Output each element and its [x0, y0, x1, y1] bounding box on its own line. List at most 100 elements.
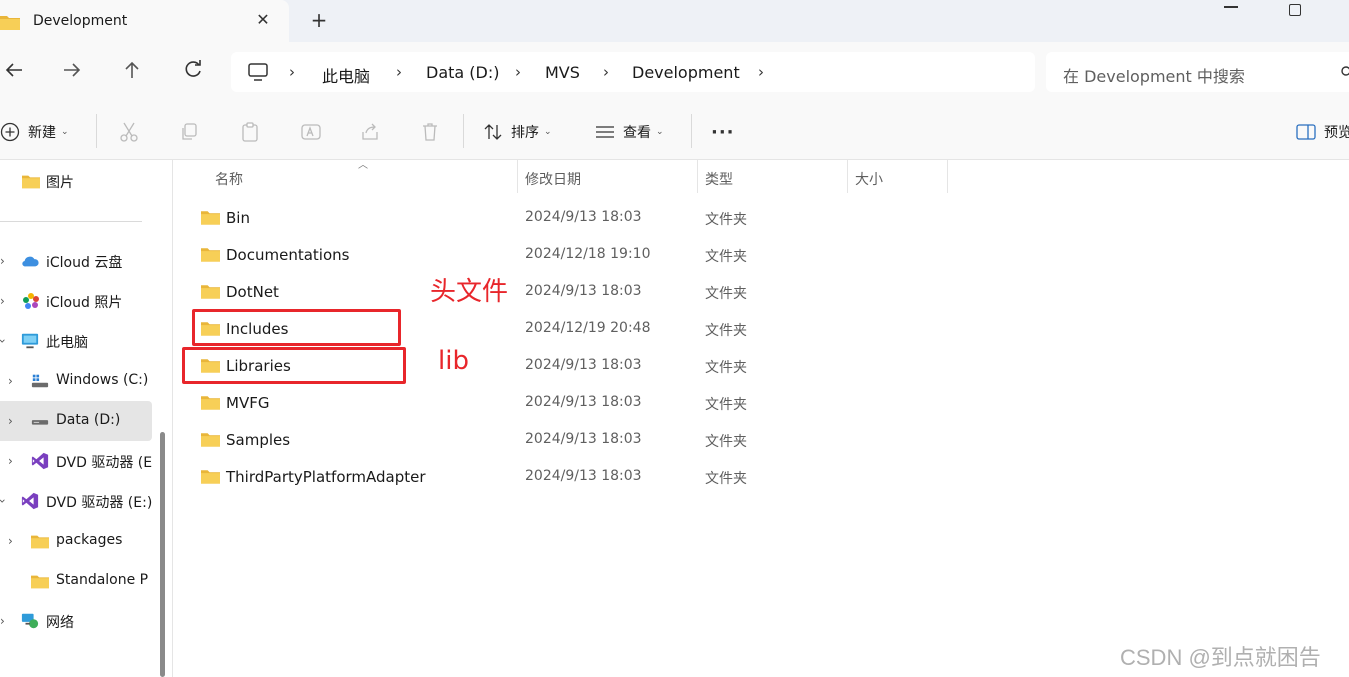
file-modified: 2024/9/13 18:03 — [525, 357, 642, 373]
search-box[interactable]: 在 Development 中搜索 — [1046, 52, 1349, 92]
preview-pane-button[interactable]: 预览 — [1296, 120, 1349, 144]
back-button[interactable] — [0, 56, 28, 84]
share-button[interactable] — [360, 120, 380, 144]
address-bar[interactable]: › 此电脑 › Data (D:) › MVS › Development › — [231, 52, 1035, 92]
file-name: Samples — [226, 431, 291, 449]
icloud-photos-icon — [23, 293, 39, 309]
sidebar-item-dvd-e[interactable]: › DVD 驱动器 (E:) — [0, 481, 152, 521]
chevron-right-icon[interactable]: › — [0, 294, 5, 308]
chevron-down-icon[interactable]: › — [0, 499, 9, 504]
column-divider[interactable] — [847, 160, 848, 193]
refresh-button[interactable] — [179, 56, 207, 84]
title-bar: Development ✕ + — [0, 0, 1349, 42]
chevron-right-icon[interactable]: › — [8, 374, 13, 388]
sidebar-item-network[interactable]: › 网络 — [0, 601, 152, 641]
chevron-right-icon[interactable]: › — [8, 454, 13, 468]
sidebar-item-label: Standalone P — [56, 572, 149, 588]
sidebar-item-this-pc[interactable]: › 此电脑 — [0, 321, 152, 361]
column-header-type[interactable]: 类型 — [705, 169, 733, 189]
breadcrumb-this-pc[interactable]: 此电脑 — [322, 63, 370, 87]
windows-drive-icon — [31, 374, 49, 388]
new-button[interactable]: 新建 ⌄ — [0, 120, 69, 144]
breadcrumb-expand[interactable]: › — [758, 63, 764, 81]
chevron-right-icon[interactable]: › — [8, 534, 13, 548]
sidebar-item-label: packages — [56, 532, 123, 548]
divider — [96, 114, 97, 148]
column-divider[interactable] — [517, 160, 518, 193]
column-header-size[interactable]: 大小 — [855, 169, 883, 189]
sort-icon — [484, 124, 502, 140]
breadcrumb-data-drive[interactable]: Data (D:) — [426, 63, 499, 82]
file-name: DotNet — [226, 283, 279, 301]
file-name: ThirdPartyPlatformAdapter — [226, 468, 426, 486]
more-options-button[interactable]: ··· — [711, 120, 735, 144]
column-header-name[interactable]: 名称 — [215, 169, 243, 189]
file-type: 文件夹 — [705, 471, 747, 487]
file-modified: 2024/9/13 18:03 — [525, 468, 642, 484]
chevron-down-icon[interactable]: › — [0, 339, 9, 344]
minimize-button[interactable] — [1224, 6, 1238, 8]
sidebar-scrollbar[interactable] — [160, 432, 165, 677]
delete-button[interactable] — [420, 120, 440, 144]
sidebar-item-dvd-e-child[interactable]: › DVD 驱动器 (E — [0, 441, 152, 481]
paste-icon — [242, 122, 258, 142]
column-header-modified[interactable]: 修改日期 — [525, 169, 581, 189]
cut-button[interactable] — [119, 120, 139, 144]
sort-button[interactable]: 排序 ⌄ — [483, 120, 552, 144]
file-name: Documentations — [226, 246, 350, 264]
annotation-lib: lib — [438, 346, 469, 376]
view-button[interactable]: 查看 ⌄ — [595, 120, 664, 144]
file-name: MVFG — [226, 394, 270, 412]
network-icon — [21, 613, 39, 629]
sidebar-item-icloud-photos[interactable]: › iCloud 照片 — [0, 281, 152, 321]
folder-icon — [201, 211, 220, 225]
sidebar-item-data-d[interactable]: › Data (D:) — [0, 401, 152, 441]
copy-button[interactable] — [179, 120, 199, 144]
cut-icon — [120, 122, 138, 142]
file-type: 文件夹 — [705, 434, 747, 450]
file-row-bin[interactable]: Bin 2024/9/13 18:03 文件夹 — [174, 199, 1349, 236]
column-divider[interactable] — [697, 160, 698, 193]
breadcrumb-mvs[interactable]: MVS — [545, 63, 580, 82]
folder-icon — [22, 175, 40, 189]
file-row-thirdparty[interactable]: ThirdPartyPlatformAdapter 2024/9/13 18:0… — [174, 458, 1349, 495]
active-tab[interactable]: Development ✕ — [0, 0, 289, 42]
folder-icon — [201, 248, 220, 262]
sidebar-item-standalone[interactable]: Standalone P — [0, 561, 152, 601]
close-tab-button[interactable]: ✕ — [254, 11, 272, 29]
arrow-left-icon — [5, 63, 22, 77]
sidebar-item-packages[interactable]: › packages — [0, 521, 152, 561]
search-placeholder[interactable]: 在 Development 中搜索 — [1063, 63, 1245, 87]
annotation-box-libraries — [182, 347, 406, 384]
sidebar-item-pictures[interactable]: 图片 — [0, 161, 152, 201]
sidebar-item-windows-c[interactable]: › Windows (C:) — [0, 361, 152, 401]
column-divider[interactable] — [947, 160, 948, 193]
plus-circle-icon — [0, 122, 20, 142]
file-type: 文件夹 — [705, 323, 747, 339]
breadcrumb-separator: › — [603, 63, 609, 81]
file-row-documentations[interactable]: Documentations 2024/12/18 19:10 文件夹 — [174, 236, 1349, 273]
chevron-right-icon[interactable]: › — [0, 614, 5, 628]
forward-button[interactable] — [58, 56, 86, 84]
up-button[interactable] — [118, 56, 146, 84]
sidebar-item-label: 此电脑 — [46, 335, 88, 351]
copy-icon — [182, 123, 197, 140]
new-tab-button[interactable]: + — [309, 10, 329, 30]
paste-button[interactable] — [240, 120, 260, 144]
file-row-samples[interactable]: Samples 2024/9/13 18:03 文件夹 — [174, 421, 1349, 458]
chevron-right-icon[interactable]: › — [8, 414, 13, 428]
file-row-mvfg[interactable]: MVFG 2024/9/13 18:03 文件夹 — [174, 384, 1349, 421]
visual-studio-icon — [21, 492, 39, 510]
sidebar-item-icloud-drive[interactable]: › iCloud 云盘 — [0, 241, 152, 281]
divider — [691, 114, 692, 148]
folder-icon — [201, 285, 220, 299]
search-icon — [1341, 66, 1349, 76]
file-modified: 2024/9/13 18:03 — [525, 209, 642, 225]
rename-button[interactable] — [300, 120, 322, 144]
maximize-button[interactable] — [1289, 4, 1301, 16]
navigation-bar: › 此电脑 › Data (D:) › MVS › Development › … — [0, 42, 1349, 102]
breadcrumb-development[interactable]: Development — [632, 63, 740, 82]
chevron-right-icon[interactable]: › — [0, 254, 5, 268]
file-row-dotnet[interactable]: DotNet 2024/9/13 18:03 文件夹 — [174, 273, 1349, 310]
chevron-down-icon: ⌄ — [544, 127, 552, 137]
